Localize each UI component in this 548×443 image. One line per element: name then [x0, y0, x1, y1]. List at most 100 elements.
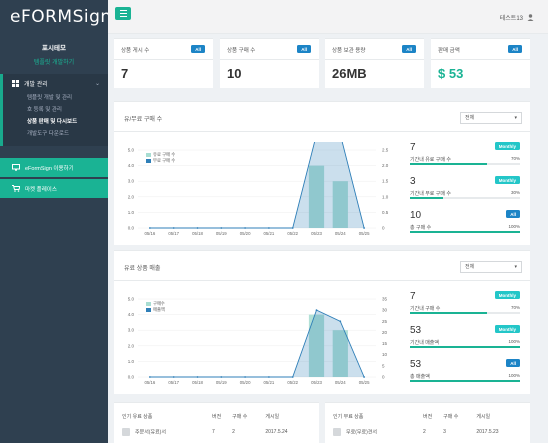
stat-card-posts: 상품 게시 수 All 7 [114, 38, 213, 88]
x-tick: 05/21 [264, 380, 275, 385]
metric-pct: 70% [510, 305, 520, 310]
y-tick-right: 20 [382, 330, 388, 335]
app-logo[interactable]: eFORMSign [0, 0, 111, 34]
metric-label: 총 구매 수 [410, 225, 432, 231]
x-tick: 05/17 [168, 231, 179, 236]
topbar: 테스트13 [108, 0, 548, 34]
stat-value: 10 [227, 66, 242, 81]
y-tick-left: 3.0 [128, 179, 135, 184]
profile-link[interactable]: 템플릿 개발하기 [0, 57, 108, 66]
product-date: 2017.5.24 [265, 428, 288, 435]
cart-icon [12, 185, 20, 192]
y-tick-left: 5.0 [128, 148, 135, 153]
y-tick-left: 5.0 [128, 297, 135, 302]
series-point [268, 376, 270, 378]
user-name: 테스트13 [499, 16, 523, 22]
chevron-down-icon: ⌄ [94, 80, 100, 87]
sidebar-item-template[interactable]: 템플릿 개발 및 관리 [3, 92, 108, 104]
panel-sales: 유료 상품 매출 전체 ▾ 5.0 4.0 3.0 2.0 1.0 0.0 35 30 25 20 1… [114, 250, 530, 394]
metric-pct: 100% [508, 373, 520, 378]
metric-pct: 100% [508, 224, 520, 229]
legend-series-1: 유료 구매 수 [153, 152, 176, 157]
series-point [244, 376, 247, 378]
series-point [149, 227, 151, 229]
metric-period-revenue: 53 Monthly 기간내 매출액 100% [410, 325, 520, 348]
sidebar-item-register[interactable]: 호 등록 및 관리 [3, 104, 108, 116]
metric-label: 기간내 유료 구매 수 [410, 157, 451, 163]
y-tick-left: 3.0 [128, 328, 135, 333]
stat-badge: All [297, 45, 311, 53]
product-count: 2 [232, 428, 235, 435]
series-point [291, 376, 294, 378]
x-tick: 05/16 [145, 231, 156, 236]
table-row[interactable]: 무료(무료)견서 2 3 2017.5.23 [333, 424, 525, 439]
y-tick-left: 4.0 [128, 312, 135, 317]
stat-value: 26MB [332, 66, 367, 81]
sidebar-item-use-eformsign[interactable]: eFormSign 이용하기 [0, 158, 108, 177]
metric-free: 3 Monthly 기간내 무료 구매 수 30% [410, 176, 520, 199]
x-tick: 05/18 [192, 380, 203, 385]
stat-title: 상품 보관 용량 [332, 48, 366, 54]
series-area [149, 142, 365, 228]
y-tick-right: 30 [382, 308, 388, 313]
profile: 포시테모 템플릿 개발하기 [0, 34, 108, 74]
metric-pct: 100% [508, 339, 520, 344]
metric-badge: Monthly [494, 291, 520, 299]
metric-badge: All [506, 210, 520, 218]
col-date: 게시일 [476, 414, 491, 420]
y-tick-right: 1.0 [382, 194, 389, 199]
y-tick-left: 1.0 [128, 210, 135, 215]
series-point [149, 376, 151, 378]
sidebar-item-use-label: eFormSign 이용하기 [25, 165, 74, 172]
x-tick: 05/16 [145, 380, 156, 385]
stat-title: 상품 구매 수 [227, 48, 256, 54]
y-tick-left: 0.0 [128, 375, 135, 380]
series-point [220, 376, 223, 378]
y-tick-right: 35 [382, 297, 388, 302]
y-tick-left: 2.0 [128, 343, 135, 348]
table-row[interactable]: 주문서(유료)서 7 2 2017.5.24 [122, 424, 314, 439]
metric-period-purchases: 7 Monthly 기간내 구매 수 70% [410, 291, 520, 314]
table-title: 인기 무료 상품 [333, 414, 364, 420]
metric-badge: All [506, 359, 520, 367]
sidebar-item-dashboard[interactable]: 상품 판매 및 다시보드 [3, 116, 108, 128]
panel-purchases: 유/무료 구매 수 전체 ▾ 5.0 4.0 3.0 2.0 1.0 0.0 2.5 2.0 1.… [114, 101, 530, 245]
metric-value: 53 [410, 359, 422, 370]
grid-icon [12, 79, 19, 87]
y-tick-right: 25 [382, 319, 388, 324]
series-point [363, 376, 365, 378]
x-tick: 05/25 [359, 380, 370, 385]
period-select[interactable]: 전체 ▾ [460, 261, 522, 273]
series-point [315, 309, 318, 312]
period-select-value: 전체 [465, 264, 475, 270]
y-tick-right: 15 [382, 341, 388, 346]
sidebar: eFORMSign 포시테모 템플릿 개발하기 개발 관리 ⌄ 템플릿 개발 및… [0, 0, 111, 443]
sidebar-item-download[interactable]: 개발도구 다운로드 [3, 128, 108, 140]
metric-badge: Monthly [494, 176, 520, 184]
y-tick-left: 0.0 [128, 226, 135, 231]
stat-card-purchases: 상품 구매 수 All 10 [220, 38, 319, 88]
period-select-value: 전체 [465, 115, 475, 121]
x-tick: 05/18 [192, 231, 203, 236]
nav-section-dev: 개발 관리 ⌄ 템플릿 개발 및 관리 호 등록 및 관리 상품 판매 및 다시… [0, 74, 108, 146]
nav-dev-label: 개발 관리 [24, 81, 48, 88]
sidebar-item-marketplace[interactable]: 마켓 플레이스 [0, 179, 108, 198]
series-point [172, 227, 175, 229]
stat-card-sales: 판매 금액 All $ 53 [431, 38, 530, 88]
stat-title: 판매 금액 [438, 48, 460, 54]
col-count: 구매 수 [443, 414, 459, 420]
chart-legend: 구매수 매출액 [146, 301, 165, 313]
series-point [339, 320, 342, 323]
metric-pct: 70% [510, 156, 520, 161]
nav-dev-header[interactable]: 개발 관리 ⌄ [3, 74, 108, 92]
series-point [244, 227, 247, 229]
x-tick: 05/22 [287, 231, 298, 236]
metric-total-revenue: 53 All 총 매출액 100% [410, 359, 520, 382]
metric-label: 기간내 매출액 [410, 340, 439, 346]
menu-toggle-button[interactable] [115, 7, 131, 20]
product-name: 무료(무료)견서 [346, 428, 377, 435]
period-select[interactable]: 전체 ▾ [460, 112, 522, 124]
legend-series-1: 구매수 [153, 301, 165, 306]
series-area [149, 310, 365, 377]
user-menu[interactable]: 테스트13 [500, 13, 534, 22]
